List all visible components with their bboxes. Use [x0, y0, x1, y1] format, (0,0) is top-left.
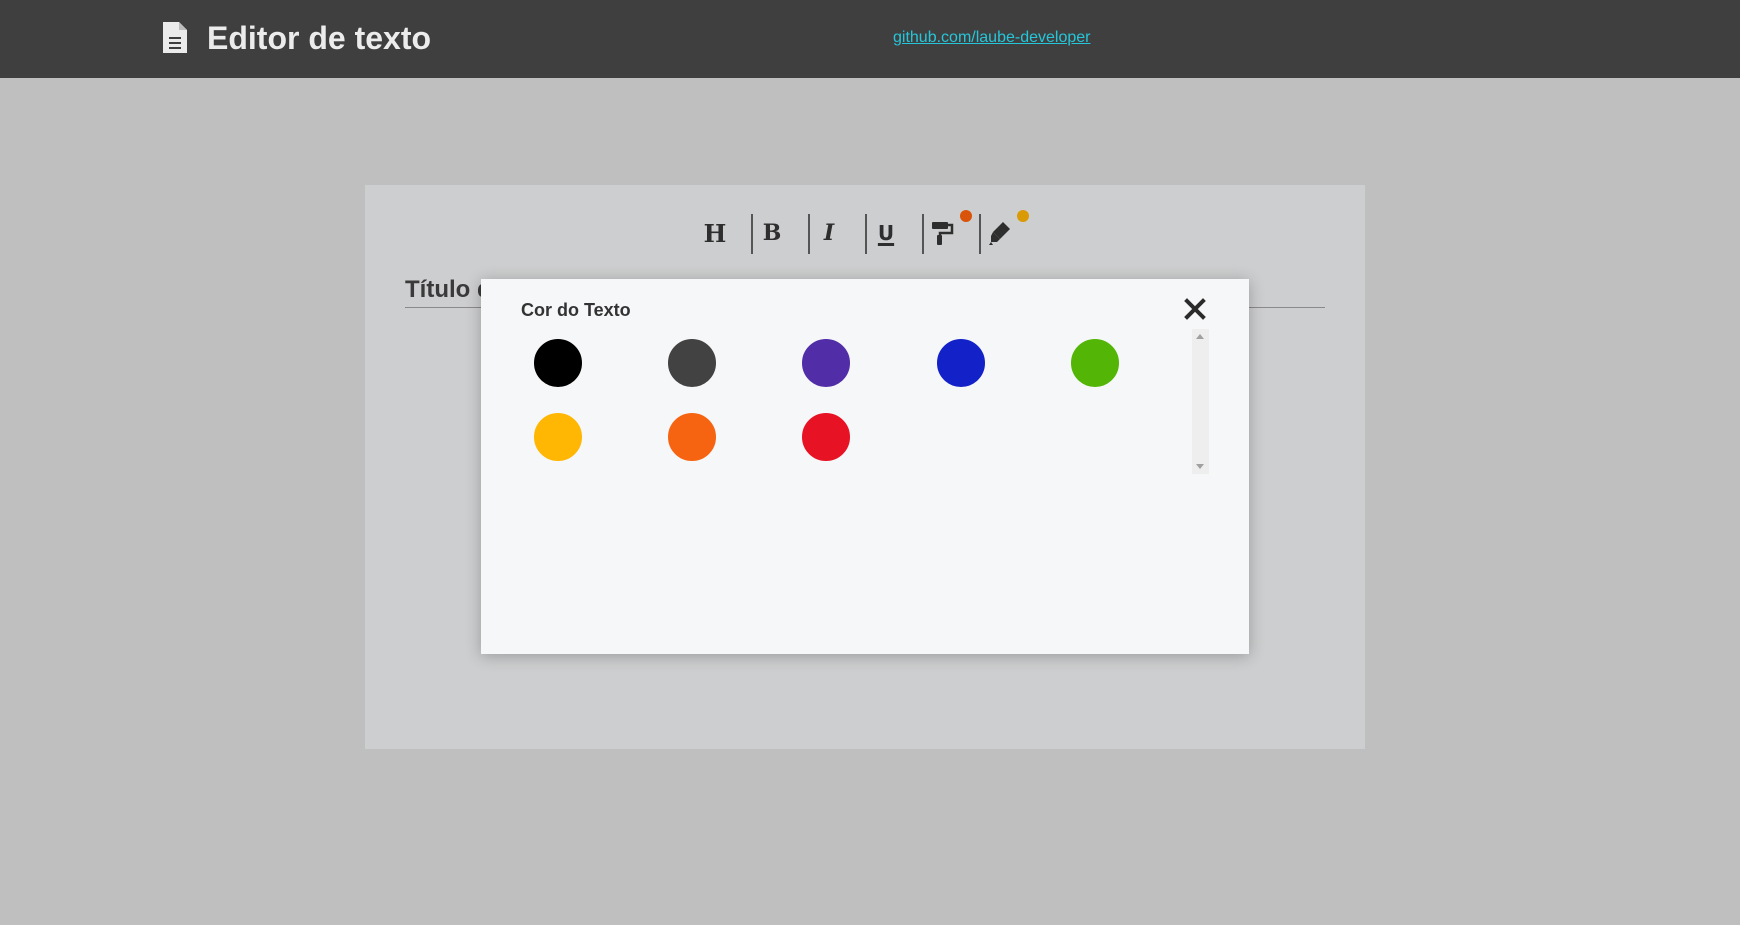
scroll-up-arrow-icon[interactable]: [1196, 334, 1204, 339]
formatting-toolbar: H B I U: [365, 210, 1365, 254]
highlight-color-indicator: [1017, 210, 1029, 222]
document-icon: [163, 22, 187, 53]
highlighter-pen-icon: [989, 222, 1010, 245]
app-header: Editor de texto github.com/laube-develop…: [0, 0, 1740, 78]
modal-title: Cor do Texto: [521, 300, 631, 320]
text-color-button[interactable]: [920, 213, 966, 253]
text-color-indicator: [960, 210, 972, 222]
italic-button[interactable]: I: [806, 213, 852, 253]
bold-button[interactable]: B: [749, 213, 795, 253]
color-swatch[interactable]: [667, 338, 717, 388]
color-swatch[interactable]: [801, 338, 851, 388]
color-swatch[interactable]: [936, 338, 986, 388]
underline-button[interactable]: U: [863, 213, 909, 253]
color-swatch[interactable]: [1070, 338, 1120, 388]
text-color-modal: Cor do Texto: [481, 279, 1249, 654]
swatch-scrollbar[interactable]: [1192, 329, 1209, 474]
close-icon[interactable]: [1181, 295, 1209, 323]
highlight-color-button[interactable]: [977, 213, 1023, 253]
color-swatch[interactable]: [533, 338, 583, 388]
color-swatch[interactable]: [667, 412, 717, 462]
paint-roller-icon: [932, 222, 954, 245]
color-swatch[interactable]: [533, 412, 583, 462]
app-title: Editor de texto: [207, 20, 432, 56]
heading-button[interactable]: H: [692, 213, 738, 253]
color-swatch[interactable]: [801, 412, 851, 462]
scroll-down-arrow-icon[interactable]: [1196, 464, 1204, 469]
github-link[interactable]: github.com/laube-developer: [893, 28, 1090, 48]
